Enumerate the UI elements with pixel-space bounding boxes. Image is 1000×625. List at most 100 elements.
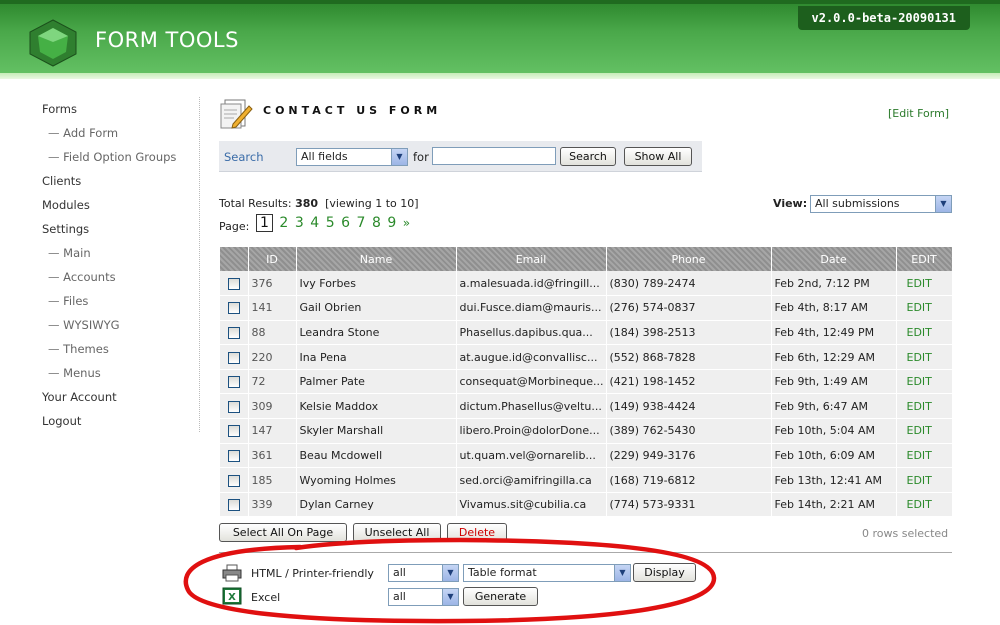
nav-item-forms[interactable]: Forms — [42, 101, 176, 125]
total-results-label: Total Results: — [219, 197, 292, 210]
checkbox[interactable] — [227, 425, 240, 438]
edit-link[interactable]: EDIT — [896, 492, 953, 518]
checkbox[interactable] — [227, 277, 240, 290]
cell-email: dui.Fusce.diam@mauris... — [456, 295, 607, 321]
column-header-email[interactable]: Email — [456, 247, 607, 271]
column-header-select — [220, 247, 249, 271]
show-all-button[interactable]: Show All — [624, 147, 692, 166]
edit-link[interactable]: EDIT — [896, 393, 953, 420]
nav-item-files[interactable]: Files — [42, 293, 176, 317]
sidebar-divider — [199, 97, 200, 432]
select-all-on-page-button[interactable]: Select All On Page — [219, 523, 347, 542]
page-link-current[interactable]: 1 — [256, 214, 273, 232]
chevron-down-icon: ▼ — [442, 589, 458, 605]
html-export-scope-select[interactable]: all ▼ — [388, 564, 459, 582]
html-export-format-select[interactable]: Table format ▼ — [463, 564, 631, 582]
checkbox[interactable] — [227, 376, 240, 389]
nav-item-menus[interactable]: Menus — [42, 365, 176, 389]
edit-link[interactable]: EDIT — [896, 443, 953, 469]
for-label: for — [413, 150, 429, 164]
excel-export-scope-select[interactable]: all ▼ — [388, 588, 459, 606]
edit-link[interactable]: EDIT — [896, 295, 953, 321]
display-button[interactable]: Display — [633, 563, 696, 582]
search-button[interactable]: Search — [560, 147, 616, 166]
nav-item-clients[interactable]: Clients — [42, 173, 176, 197]
html-export-label: HTML / Printer-friendly — [251, 567, 374, 580]
page-link[interactable]: 9 — [387, 215, 396, 231]
row-checkbox[interactable] — [220, 467, 249, 493]
cell-id: 72 — [248, 369, 297, 395]
search-field-select-value: All fields — [301, 150, 348, 163]
checkbox[interactable] — [227, 400, 240, 413]
row-checkbox[interactable] — [220, 393, 249, 420]
cell-phone: (229) 949-3176 — [606, 443, 772, 469]
cell-phone: (276) 574-0837 — [606, 295, 772, 321]
column-header-phone[interactable]: Phone — [606, 247, 772, 271]
column-header-date[interactable]: Date — [771, 247, 897, 271]
cell-id: 220 — [248, 344, 297, 370]
next-page-link[interactable]: » — [403, 216, 410, 230]
cell-phone: (774) 573-9331 — [606, 492, 772, 518]
cell-phone: (552) 868-7828 — [606, 344, 772, 370]
printer-icon — [222, 564, 242, 582]
nav-item-accounts[interactable]: Accounts — [42, 269, 176, 293]
cell-date: Feb 13th, 12:41 AM — [771, 467, 897, 493]
row-checkbox[interactable] — [220, 344, 249, 370]
checkbox[interactable] — [227, 499, 240, 512]
page-link[interactable]: 5 — [326, 215, 335, 231]
nav-item-your-account[interactable]: Your Account — [42, 389, 176, 413]
page-link[interactable]: 8 — [372, 215, 381, 231]
row-checkbox[interactable] — [220, 295, 249, 321]
generate-button[interactable]: Generate — [463, 587, 538, 606]
page-link[interactable]: 4 — [310, 215, 319, 231]
page-link[interactable]: 3 — [295, 215, 304, 231]
nav-item-add-form[interactable]: Add Form — [42, 125, 176, 149]
view-select-value: All submissions — [815, 197, 900, 210]
edit-link[interactable]: EDIT — [896, 369, 953, 395]
nav-item-settings[interactable]: Settings — [42, 221, 176, 245]
nav-item-logout[interactable]: Logout — [42, 413, 176, 437]
edit-link[interactable]: EDIT — [896, 271, 953, 297]
nav-item-wysiwyg[interactable]: WYSIWYG — [42, 317, 176, 341]
checkbox[interactable] — [227, 326, 240, 339]
page-link[interactable]: 2 — [279, 215, 288, 231]
edit-link[interactable]: EDIT — [896, 344, 953, 370]
row-checkbox[interactable] — [220, 443, 249, 469]
checkbox[interactable] — [227, 302, 240, 315]
column-header-name[interactable]: Name — [296, 247, 457, 271]
row-checkbox[interactable] — [220, 271, 249, 297]
edit-link[interactable]: EDIT — [896, 418, 953, 444]
cell-name: Dylan Carney — [296, 492, 457, 518]
cell-name: Kelsie Maddox — [296, 393, 457, 420]
nav-item-field-option-groups[interactable]: Field Option Groups — [42, 149, 176, 173]
nav-item-themes[interactable]: Themes — [42, 341, 176, 365]
nav-item-main[interactable]: Main — [42, 245, 176, 269]
search-label: Search — [224, 150, 264, 164]
table-header-row: ID Name Email Phone Date EDIT — [220, 247, 953, 271]
column-header-id[interactable]: ID — [248, 247, 297, 271]
cell-email: Phasellus.dapibus.qua... — [456, 320, 607, 346]
page-link[interactable]: 6 — [341, 215, 350, 231]
view-select[interactable]: All submissions ▼ — [810, 195, 952, 213]
checkbox[interactable] — [227, 474, 240, 487]
unselect-all-button[interactable]: Unselect All — [353, 523, 441, 542]
checkbox[interactable] — [227, 351, 240, 364]
row-checkbox[interactable] — [220, 369, 249, 395]
page-title: CONTACT US FORM — [263, 104, 442, 117]
edit-link[interactable]: EDIT — [896, 467, 953, 493]
edit-form-link[interactable]: [Edit Form] — [888, 107, 949, 120]
edit-link[interactable]: EDIT — [896, 320, 953, 346]
search-input[interactable] — [432, 147, 556, 165]
search-field-select[interactable]: All fields ▼ — [296, 148, 408, 166]
delete-button[interactable]: Delete — [447, 523, 507, 542]
row-checkbox[interactable] — [220, 492, 249, 518]
cell-name: Wyoming Holmes — [296, 467, 457, 493]
cell-date: Feb 10th, 5:04 AM — [771, 418, 897, 444]
row-checkbox[interactable] — [220, 418, 249, 444]
cell-date: Feb 14th, 2:21 AM — [771, 492, 897, 518]
rows-selected-count: 0 rows selected — [862, 527, 949, 540]
nav-item-modules[interactable]: Modules — [42, 197, 176, 221]
checkbox[interactable] — [227, 449, 240, 462]
page-link[interactable]: 7 — [357, 215, 366, 231]
row-checkbox[interactable] — [220, 320, 249, 346]
